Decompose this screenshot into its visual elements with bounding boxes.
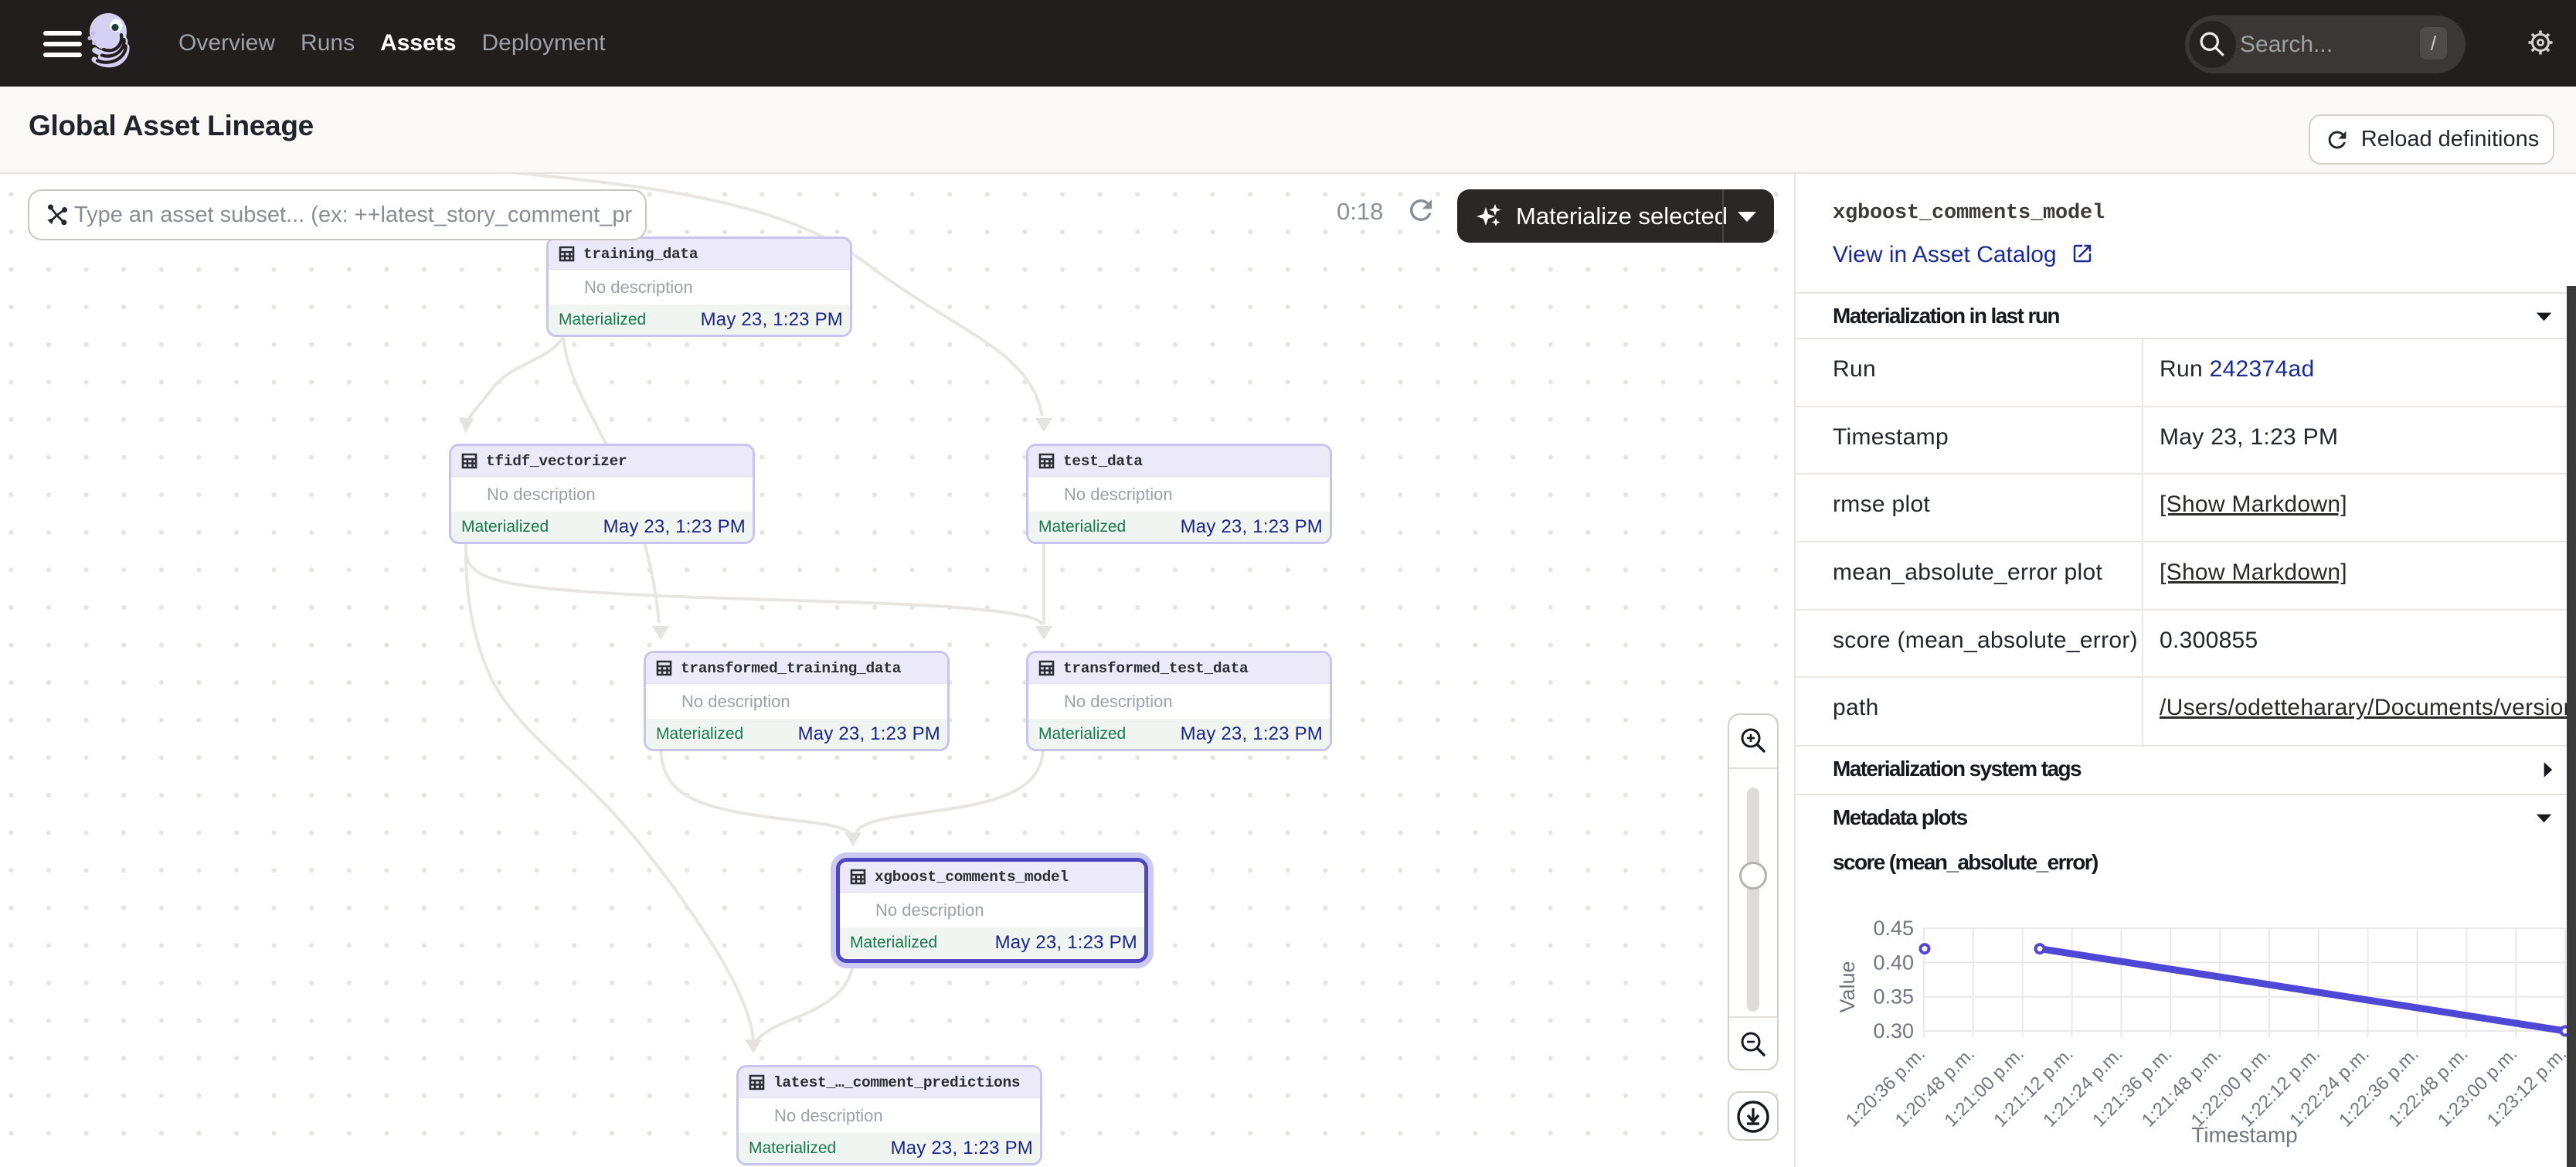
svg-text:0.40: 0.40 (1873, 951, 1914, 974)
svg-text:Timestamp: Timestamp (2191, 1123, 2297, 1147)
svg-text:Value: Value (1836, 961, 1859, 1012)
svg-text:0.35: 0.35 (1873, 985, 1914, 1009)
svg-text:0.45: 0.45 (1873, 917, 1914, 940)
svg-text:0.30: 0.30 (1873, 1019, 1914, 1043)
